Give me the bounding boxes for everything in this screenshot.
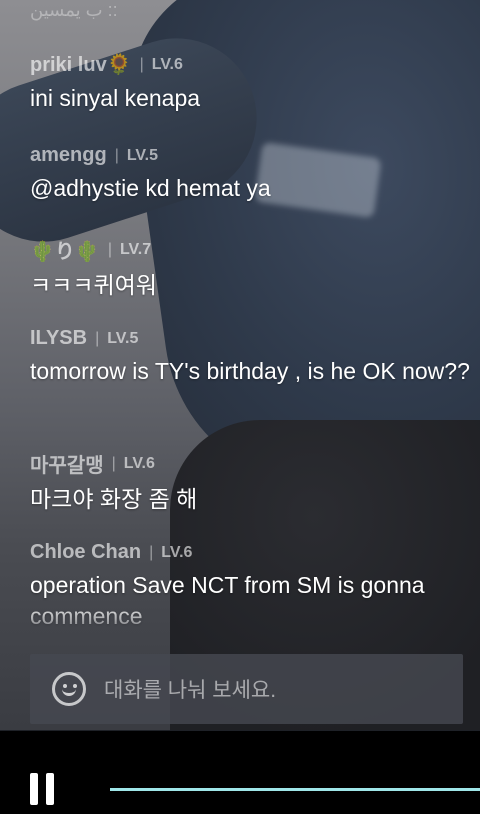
divider: | xyxy=(149,543,154,561)
chat-text: ㅋㅋㅋ퀴여워 xyxy=(30,272,157,298)
level-badge: LV.5 xyxy=(126,146,158,164)
chat-message: Chloe Chan | LV.6 operation Save NCT fro… xyxy=(30,541,470,632)
emoji-mouth xyxy=(62,688,76,696)
level-badge: LV.6 xyxy=(161,543,193,561)
divider: | xyxy=(95,329,100,347)
divider: | xyxy=(107,240,112,258)
emoji-icon[interactable] xyxy=(52,672,86,706)
chat-text: @adhystie kd hemat ya xyxy=(30,175,271,201)
chat-message: 마꾸갈맹 | LV.6 마크야 화장 좀 해 xyxy=(30,449,470,515)
chat-username[interactable]: Chloe Chan xyxy=(30,541,141,564)
chat-username[interactable]: 마꾸갈맹 xyxy=(30,449,104,478)
chat-message: ILYSB | LV.5 tomorrow is TY's birthday ,… xyxy=(30,327,470,387)
level-badge: LV.5 xyxy=(107,329,139,347)
divider: | xyxy=(111,454,116,472)
chat-message: 🌵り🌵 | LV.7 ㅋㅋㅋ퀴여워 xyxy=(30,235,470,301)
chat-username[interactable]: ILYSB xyxy=(30,327,87,350)
pause-bar xyxy=(46,773,54,805)
progress-bar[interactable] xyxy=(110,788,480,791)
level-badge: LV.6 xyxy=(151,55,183,73)
chat-input-bar[interactable]: 대화를 나눠 보세요. xyxy=(30,654,463,724)
pause-icon[interactable] xyxy=(30,773,56,805)
divider: | xyxy=(139,55,144,73)
chat-message: amengg | LV.5 @adhystie kd hemat ya xyxy=(30,144,470,204)
chat-input-placeholder[interactable]: 대화를 나눠 보세요. xyxy=(104,674,276,704)
chat-text: 마크야 화장 좀 해 xyxy=(30,486,198,512)
chat-username[interactable]: priki luv🌻 xyxy=(30,52,132,77)
player-controls xyxy=(0,731,480,814)
divider: | xyxy=(114,146,119,164)
pause-bar xyxy=(30,773,38,805)
chat-text: tomorrow is TY's birthday , is he OK now… xyxy=(30,358,470,384)
chat-username[interactable]: 🌵り🌵 xyxy=(30,235,100,264)
chat-partial-message: ب يمسين :: xyxy=(30,0,118,20)
chat-text: operation Save NCT from SM is gonna comm… xyxy=(30,572,425,629)
chat-message: priki luv🌻 | LV.6 ini sinyal kenapa xyxy=(30,52,470,114)
level-badge: LV.7 xyxy=(119,240,152,258)
level-badge: LV.6 xyxy=(123,454,155,472)
chat-text: ini sinyal kenapa xyxy=(30,85,201,111)
chat-username[interactable]: amengg xyxy=(30,144,107,167)
